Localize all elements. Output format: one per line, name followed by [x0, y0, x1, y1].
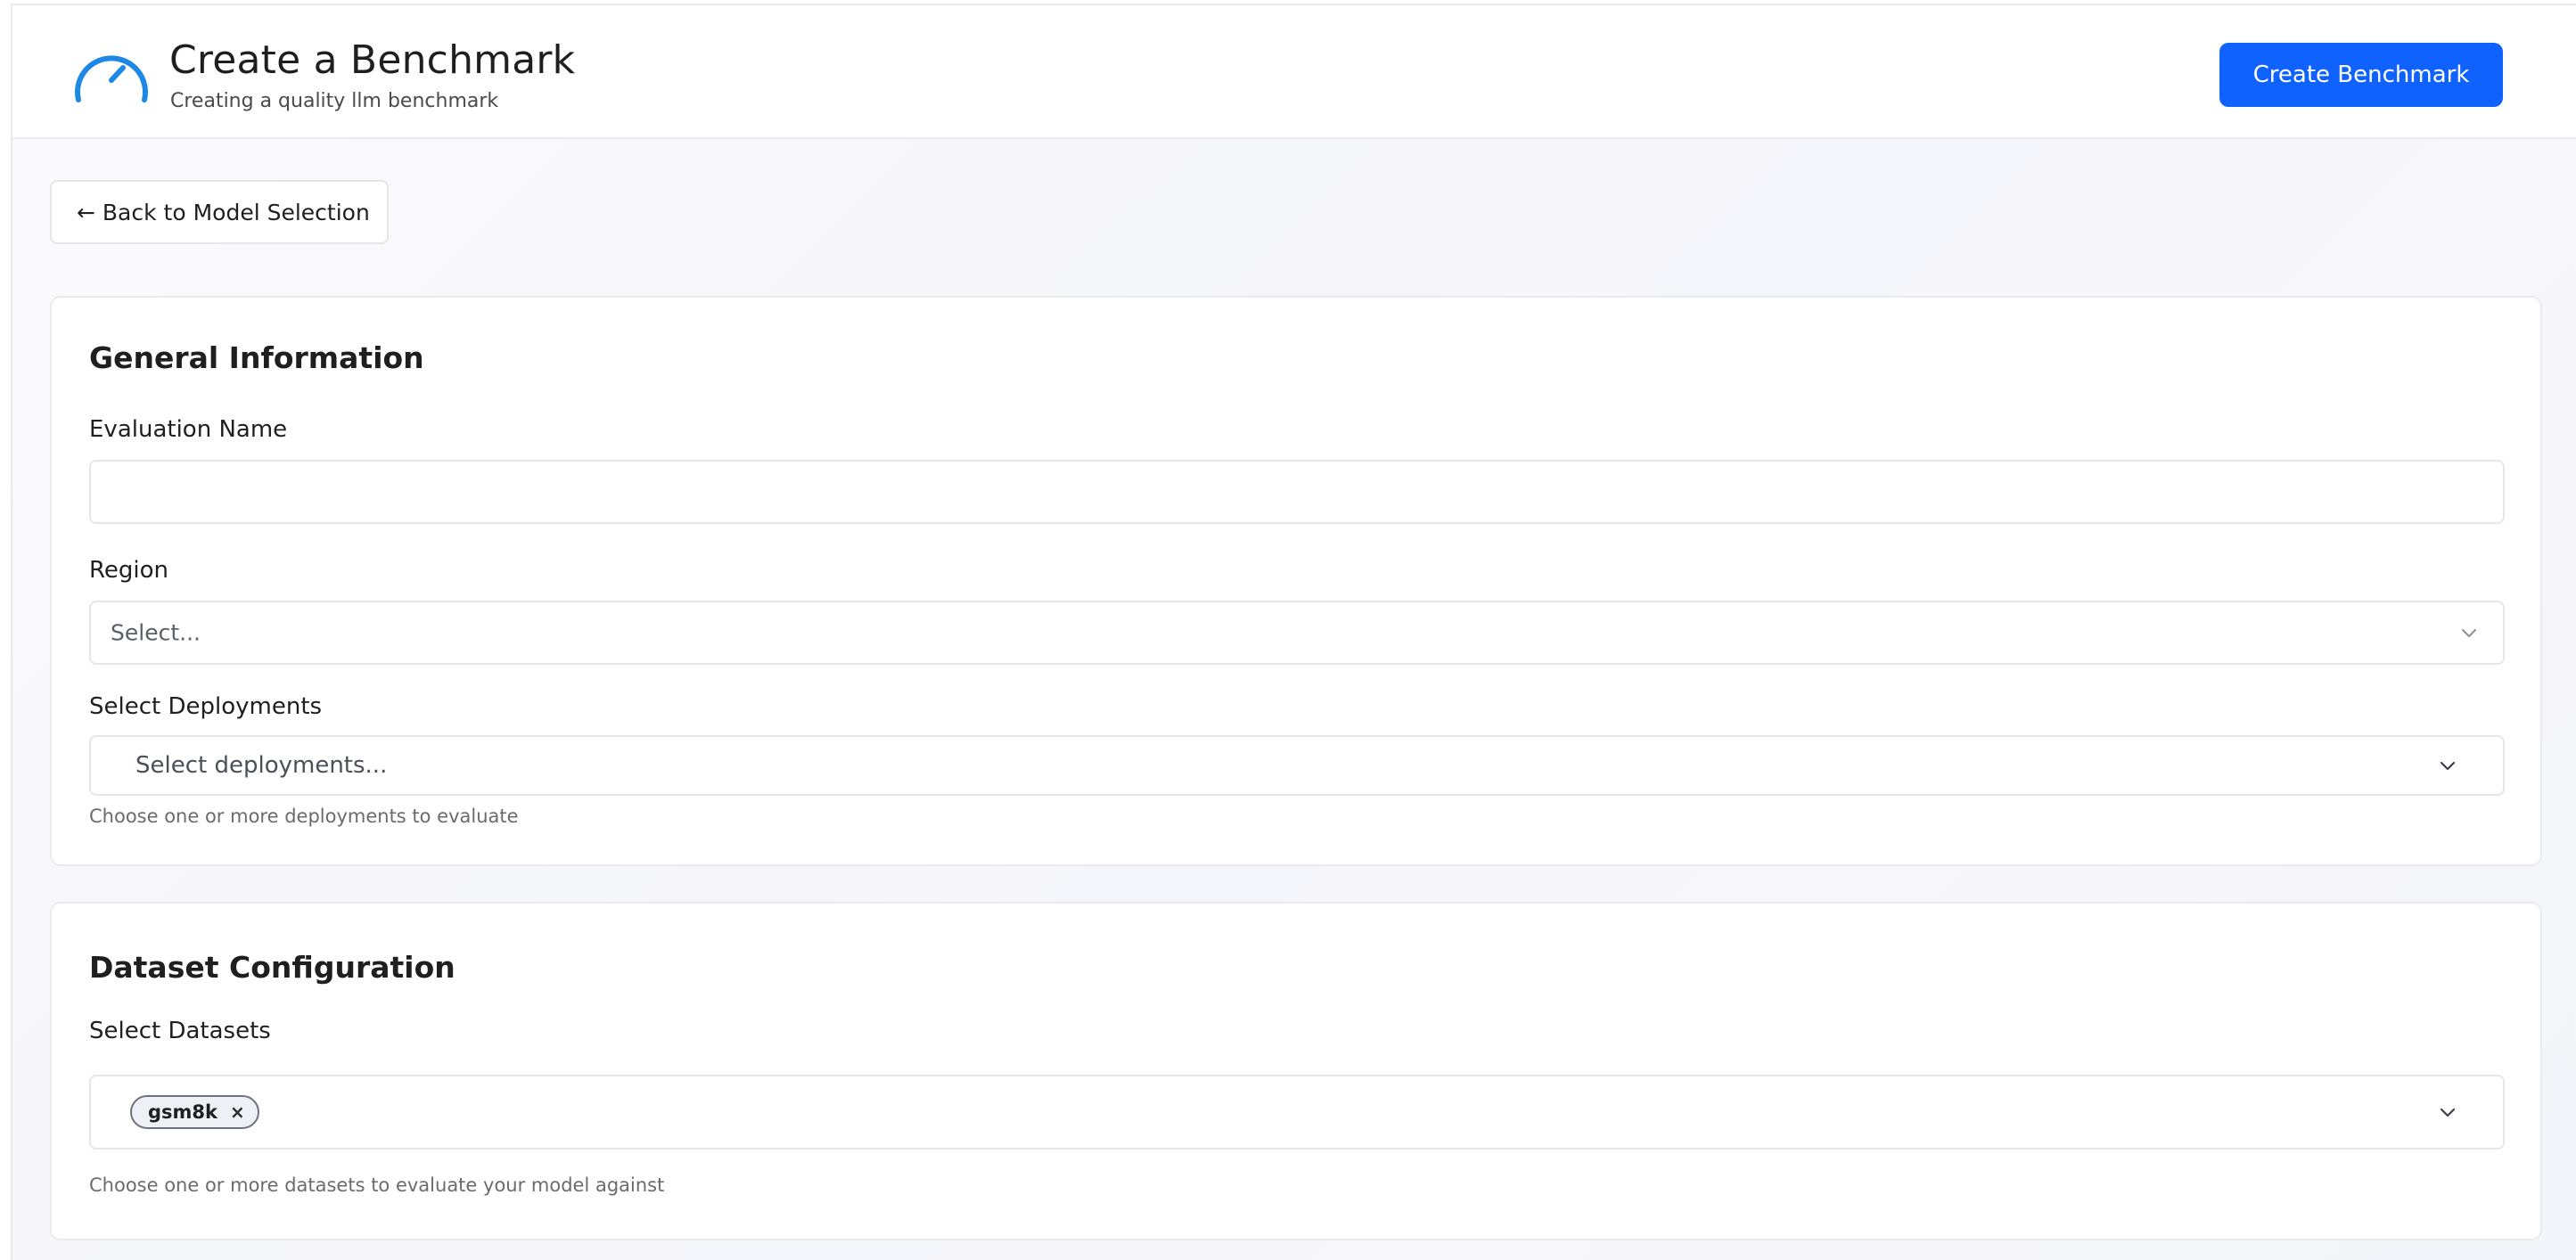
select-datasets-label: Select Datasets [89, 1018, 271, 1044]
dataset-chip: gsm8k × [130, 1095, 259, 1129]
deployments-select[interactable]: Select deployments... [89, 735, 2505, 796]
datasets-helper-text: Choose one or more datasets to evaluate … [89, 1174, 665, 1196]
page-header: Create a Benchmark Creating a quality ll… [12, 5, 2576, 139]
region-select[interactable]: Select... [89, 601, 2505, 665]
page-subtitle: Creating a quality llm benchmark [170, 90, 499, 112]
create-benchmark-button[interactable]: Create Benchmark [2219, 43, 2503, 107]
region-label: Region [89, 557, 169, 584]
chevron-down-icon [2462, 629, 2476, 637]
general-information-card: General Information Evaluation Name Regi… [50, 296, 2542, 866]
page-title: Create a Benchmark [169, 37, 576, 83]
region-placeholder: Select... [111, 619, 201, 646]
back-to-model-selection-button[interactable]: ← Back to Model Selection [50, 180, 389, 244]
section-title-general-information: General Information [89, 340, 424, 375]
section-title-dataset-configuration: Dataset Configuration [89, 950, 455, 985]
app-window: Create a Benchmark Creating a quality ll… [11, 4, 2576, 1260]
chevron-down-icon [2440, 1108, 2456, 1117]
dataset-configuration-card: Dataset Configuration Select Datasets gs… [50, 902, 2542, 1240]
chevron-down-icon [2440, 761, 2456, 771]
deployments-placeholder: Select deployments... [135, 752, 388, 779]
deployments-helper-text: Choose one or more deployments to evalua… [89, 806, 519, 827]
select-deployments-label: Select Deployments [89, 693, 323, 720]
dataset-chip-label: gsm8k [148, 1101, 217, 1123]
evaluation-name-label: Evaluation Name [89, 416, 288, 443]
speedometer-icon [75, 55, 148, 102]
evaluation-name-input[interactable] [91, 462, 2503, 522]
datasets-multiselect[interactable]: gsm8k × [89, 1075, 2505, 1150]
remove-dataset-icon[interactable]: × [230, 1103, 245, 1121]
evaluation-name-field [89, 460, 2505, 524]
